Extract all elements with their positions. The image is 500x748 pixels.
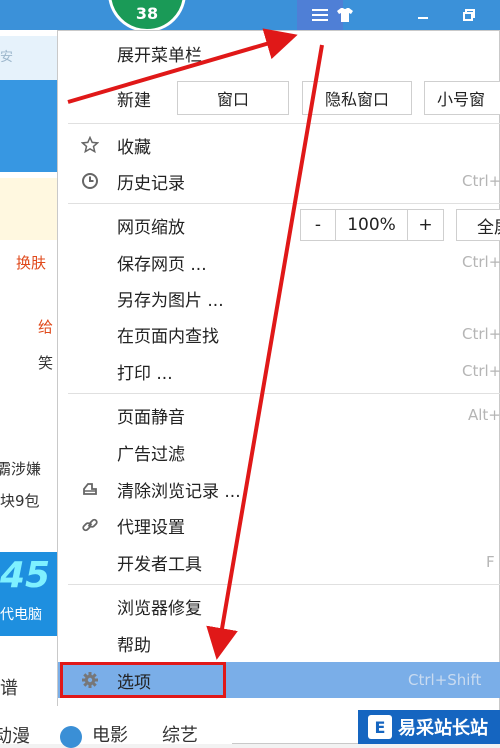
annotation-arrows [67, 28, 324, 660]
site-logo-icon: E [368, 715, 392, 739]
watermark-text: 易采站长站 [398, 718, 488, 739]
annotation-arrow-to-options [206, 44, 324, 660]
logo-letter: E [374, 717, 386, 737]
watermark: E 易采站长站 [358, 710, 500, 744]
annotation-arrow-to-menu [67, 28, 298, 104]
